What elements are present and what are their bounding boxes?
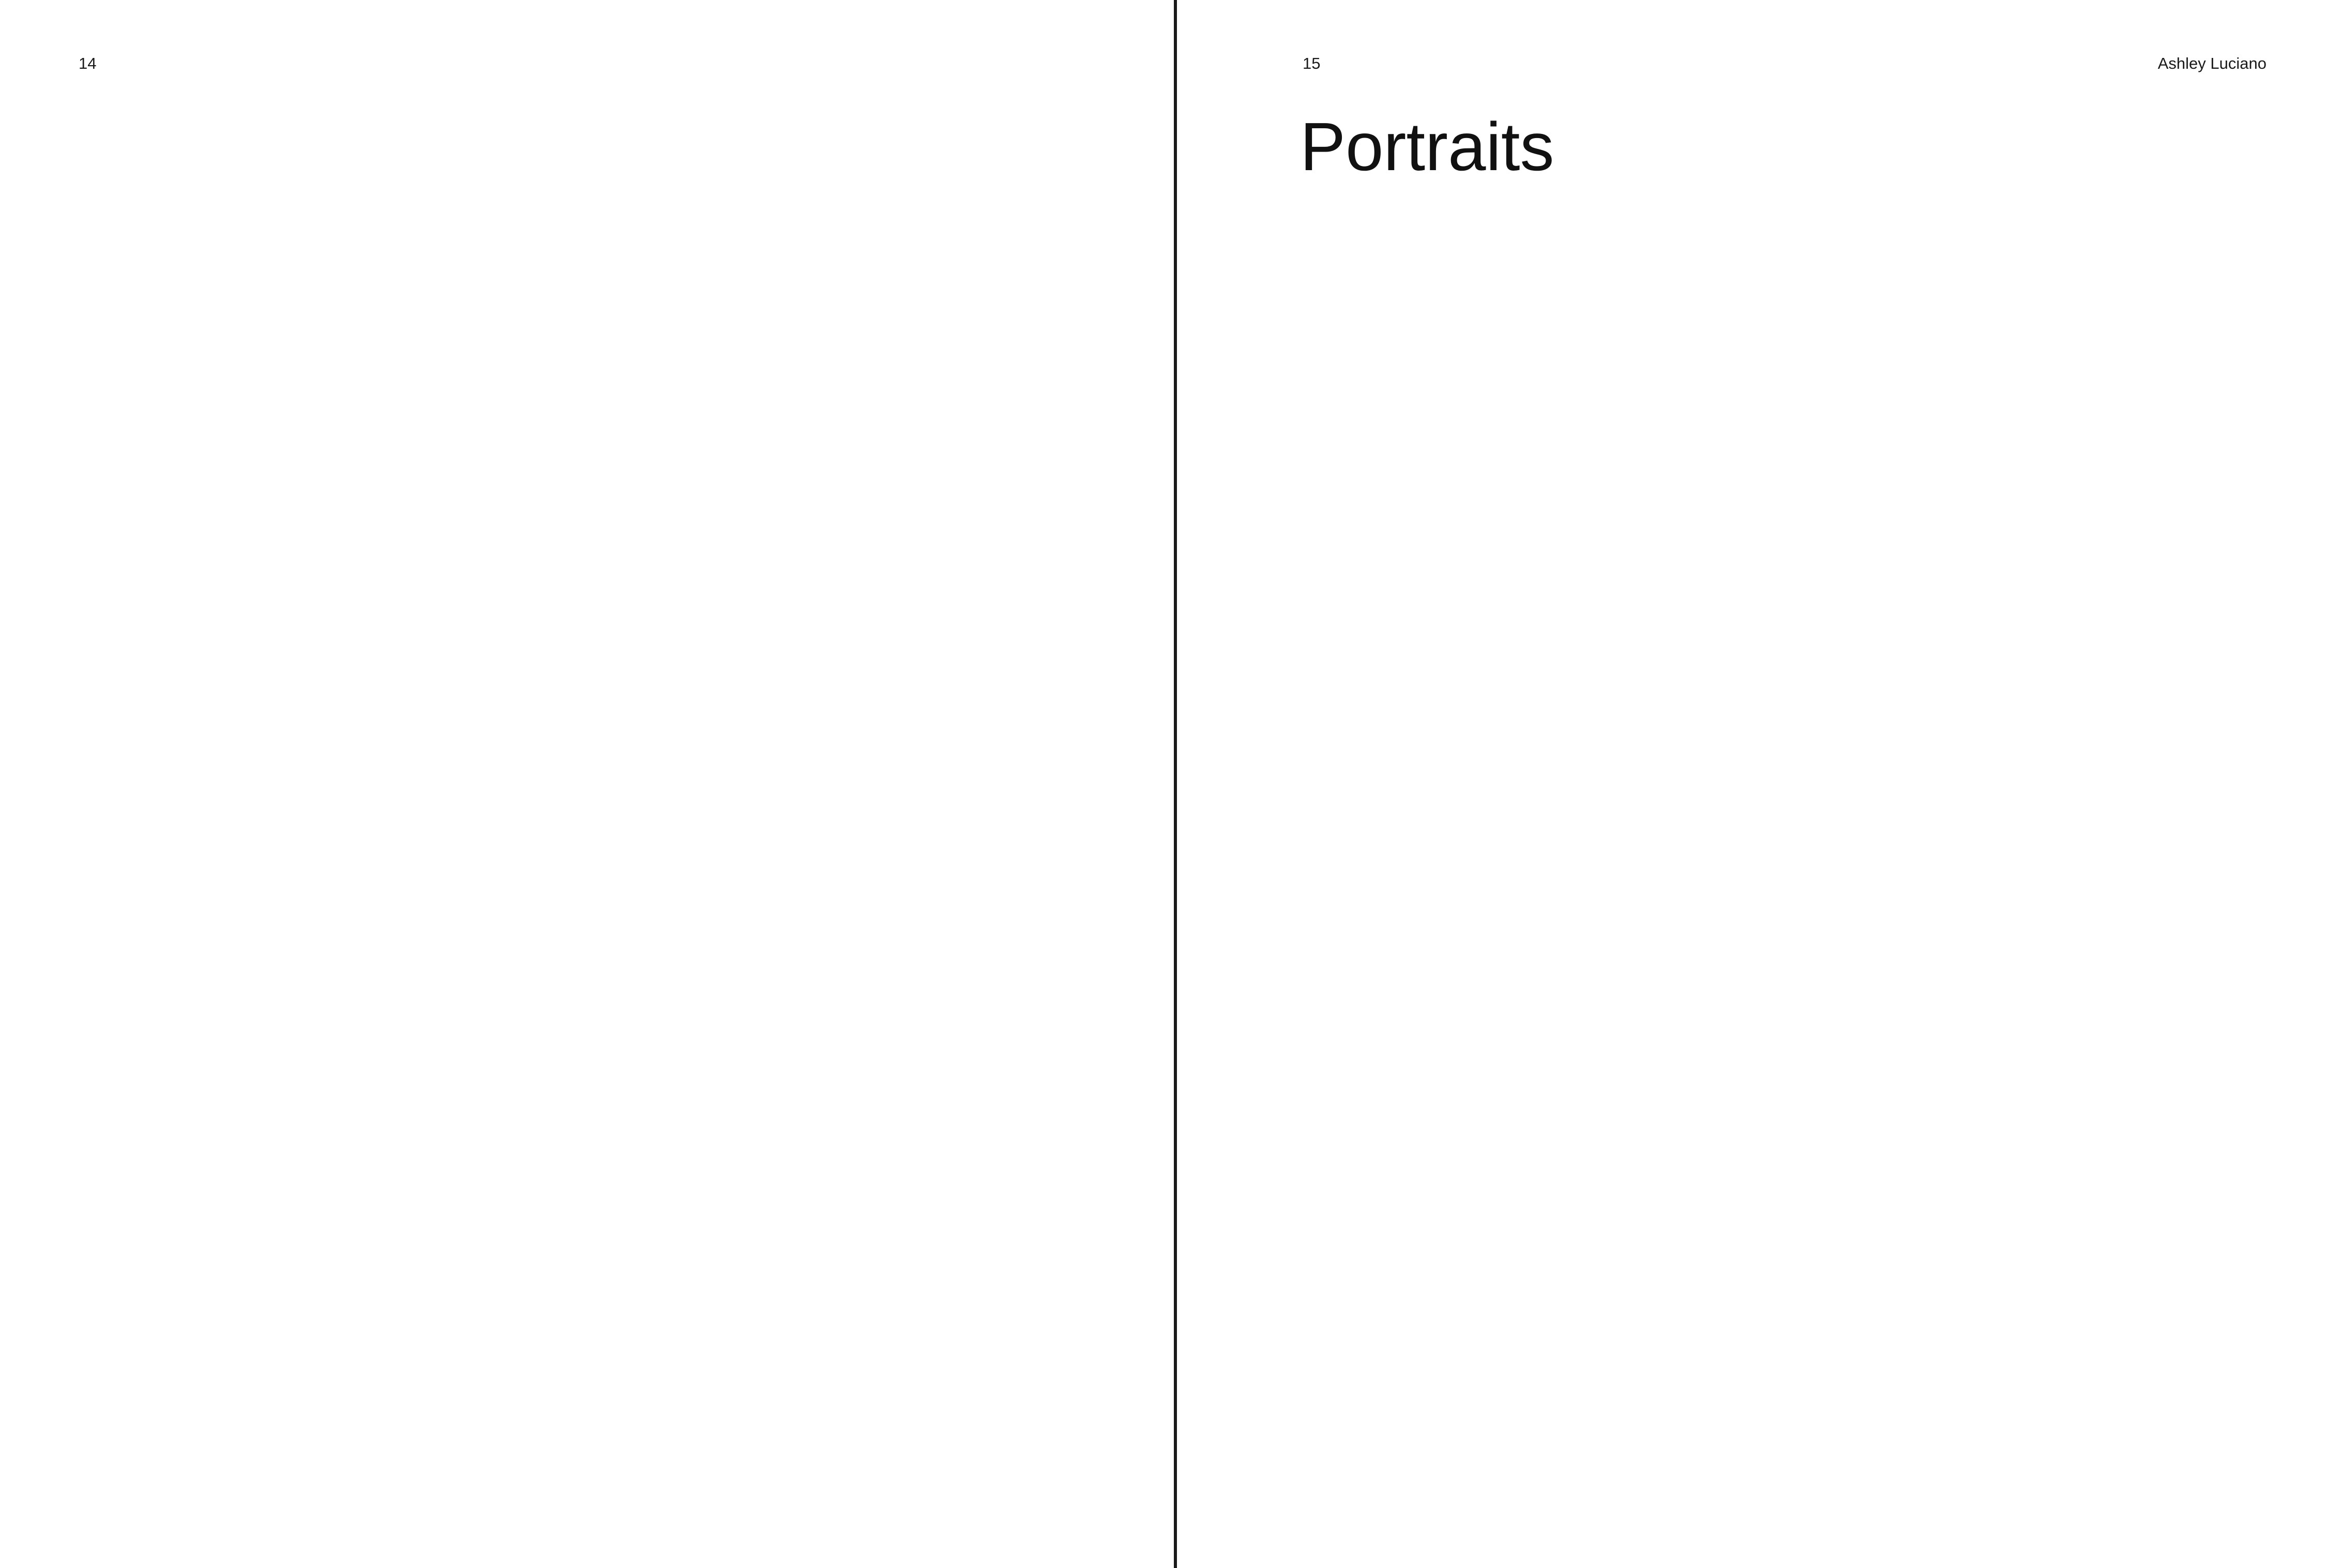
left-page: 14 — [0, 0, 1174, 1551]
book-spread: 14 15 Ashley Luciano Portraits — [0, 0, 2327, 1568]
right-page: 15 Ashley Luciano Portraits — [1177, 0, 2327, 1551]
section-title: Portraits — [1300, 109, 1554, 185]
running-head-author: Ashley Luciano — [2157, 54, 2266, 72]
left-page-number: 14 — [79, 54, 97, 72]
right-page-number: 15 — [1303, 54, 1321, 72]
